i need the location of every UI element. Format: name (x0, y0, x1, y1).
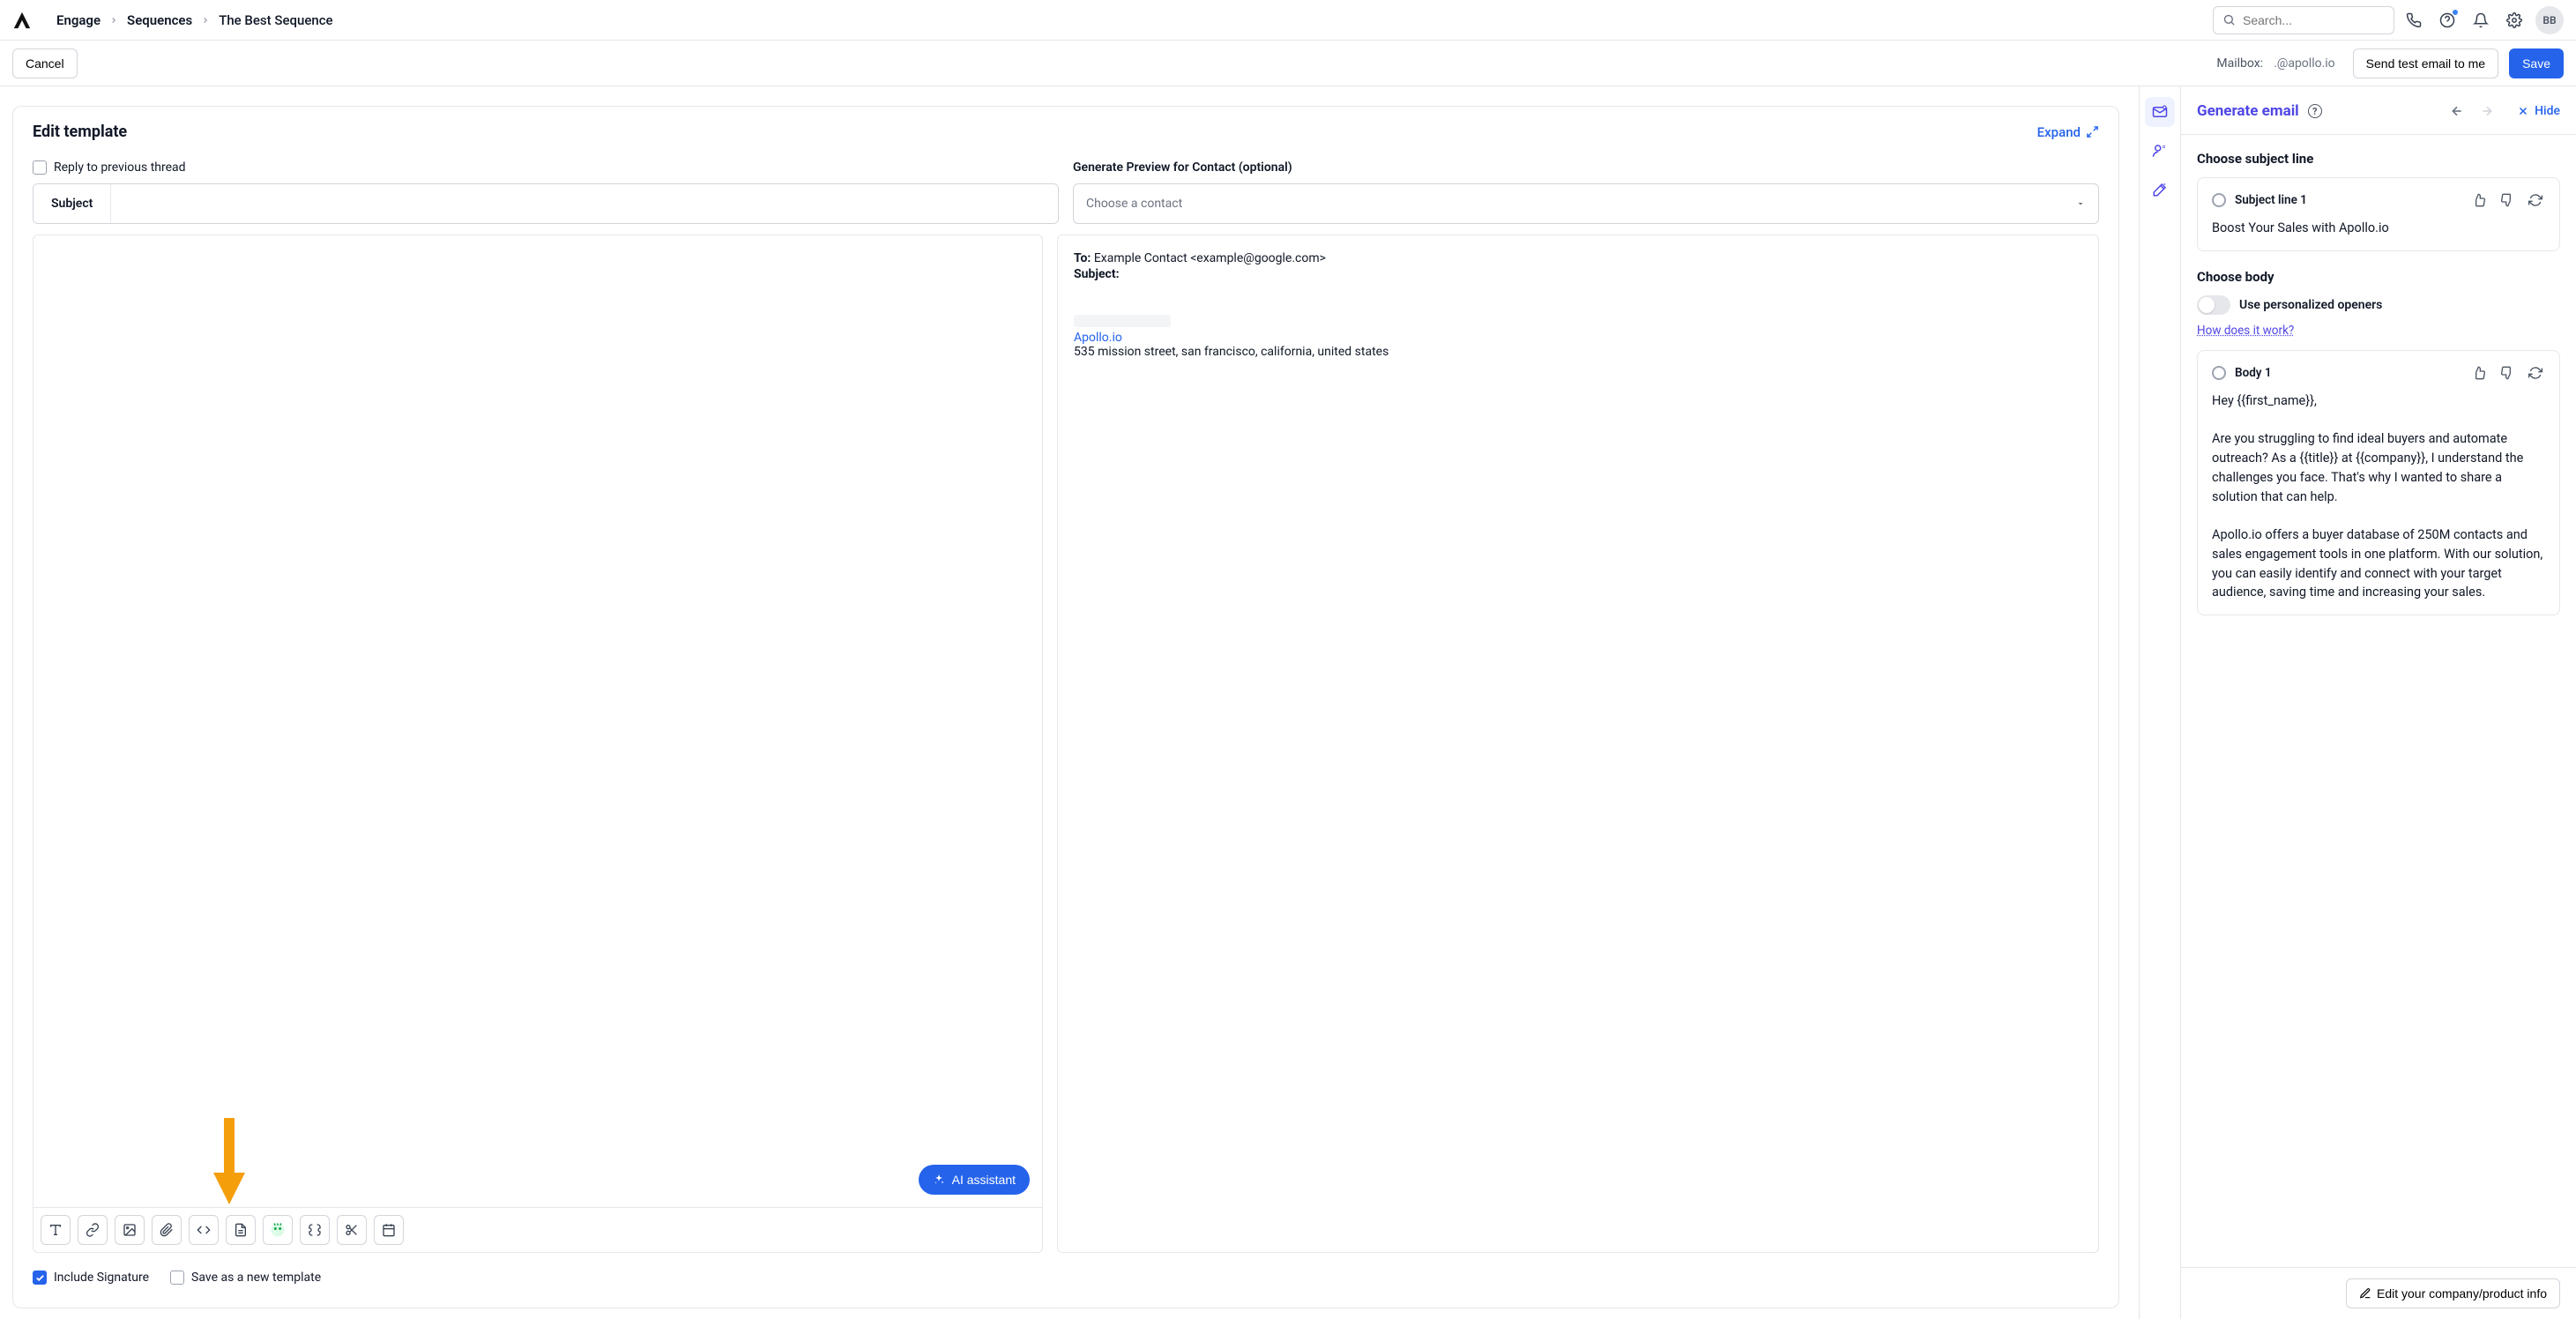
mailbox-label: Mailbox: (2216, 56, 2263, 71)
dialer-button[interactable] (2400, 6, 2428, 34)
regenerate-button[interactable] (2526, 363, 2545, 383)
notifications-button[interactable] (2467, 6, 2495, 34)
generate-preview-label: Generate Preview for Contact (optional) (1073, 157, 2099, 183)
next-suggestion-button[interactable] (2476, 101, 2498, 122)
settings-button[interactable] (2500, 6, 2528, 34)
help-icon[interactable]: ? (2308, 104, 2322, 118)
mailbox-value: .@apollo.io (2274, 56, 2335, 71)
email-body-input[interactable]: AI assistant (34, 235, 1042, 1207)
thumbs-up-button[interactable] (2469, 363, 2489, 383)
apollo-logo[interactable] (12, 11, 32, 30)
rail-generate-email-button[interactable] (2145, 97, 2175, 127)
how-does-it-work-link[interactable]: How does it work? (2197, 324, 2294, 338)
code-button[interactable] (189, 1215, 219, 1245)
save-new-template-label: Save as a new template (191, 1271, 321, 1285)
include-signature-checkbox[interactable] (33, 1271, 47, 1285)
subject1-radio[interactable] (2212, 193, 2226, 207)
rail-magic-button[interactable] (2145, 175, 2175, 205)
personalized-openers-toggle[interactable] (2197, 295, 2230, 315)
close-icon (2517, 105, 2529, 117)
subject1-text: Boost Your Sales with Apollo.io (2212, 219, 2545, 238)
breadcrumb-engage[interactable]: Engage (56, 12, 101, 28)
pencil-icon (2359, 1287, 2371, 1300)
choose-contact-select[interactable]: Choose a contact (1073, 183, 2099, 224)
email-preview: To: Example Contact <example@google.com>… (1057, 235, 2099, 1253)
avatar[interactable]: BB (2535, 6, 2564, 34)
attach-file-button[interactable] (152, 1215, 182, 1245)
help-button[interactable] (2433, 6, 2461, 34)
global-search[interactable] (2213, 6, 2394, 34)
hide-label: Hide (2535, 104, 2560, 118)
preview-to-value: Example Contact <example@google.com> (1094, 251, 1326, 265)
thumbs-up-button[interactable] (2469, 190, 2489, 210)
side-rail (2139, 86, 2181, 1319)
expand-icon (2086, 125, 2099, 138)
expand-button[interactable]: Expand (2037, 124, 2099, 140)
ai-assistant-label: AI assistant (952, 1173, 1016, 1187)
include-signature-label: Include Signature (54, 1271, 149, 1285)
preview-to-label: To: (1074, 251, 1091, 265)
signature-link[interactable]: Apollo.io (1074, 331, 1122, 345)
body1-text: Hey {{first_name}}, Are you struggling t… (2212, 391, 2545, 602)
prev-suggestion-button[interactable] (2446, 101, 2468, 122)
thumbs-down-button[interactable] (2498, 190, 2517, 210)
search-icon (2222, 13, 2236, 26)
sparkle-icon (933, 1174, 945, 1186)
send-test-email-button[interactable]: Send test email to me (2353, 48, 2498, 78)
chevron-right-icon (201, 16, 210, 25)
insert-variable-button[interactable] (300, 1215, 330, 1245)
body-suggestion-card: Body 1 Hey {{first_name}}, Are you strug… (2197, 350, 2560, 615)
subject-label: Subject (34, 184, 111, 223)
page-title: Edit template (33, 123, 127, 141)
thumbs-down-button[interactable] (2498, 363, 2517, 383)
breadcrumb-current: The Best Sequence (219, 12, 332, 28)
body1-radio[interactable] (2212, 366, 2226, 380)
personalized-openers-label: Use personalized openers (2239, 298, 2382, 312)
edit-template-card: Edit template Expand Reply to previous t… (12, 106, 2119, 1308)
search-input[interactable] (2243, 13, 2385, 27)
chevron-right-icon (109, 16, 118, 25)
choose-subject-label: Choose subject line (2197, 151, 2560, 167)
edit-company-label: Edit your company/product info (2377, 1286, 2547, 1300)
caret-down-icon (2075, 198, 2086, 209)
cancel-button[interactable]: Cancel (12, 48, 78, 78)
breadcrumb-sequences[interactable]: Sequences (127, 12, 192, 28)
preview-subject-label: Subject: (1074, 267, 1120, 281)
hide-panel-button[interactable]: Hide (2517, 104, 2560, 118)
generate-email-title: Generate email (2197, 102, 2299, 120)
subject-input[interactable] (111, 184, 1058, 223)
edit-company-info-button[interactable]: Edit your company/product info (2346, 1278, 2560, 1308)
signature-address: 535 mission street, san francisco, calif… (1074, 345, 2082, 359)
choose-body-label: Choose body (2197, 269, 2560, 285)
subject-suggestion-card: Subject line 1 Boost Your Sales with Apo… (2197, 177, 2560, 251)
vidyard-button[interactable] (263, 1215, 293, 1245)
email-editor: AI assistant (33, 235, 1043, 1253)
reply-previous-checkbox[interactable] (33, 160, 47, 175)
insert-template-button[interactable] (226, 1215, 256, 1245)
insert-link-button[interactable] (78, 1215, 108, 1245)
body1-name: Body 1 (2235, 366, 2272, 380)
expand-label: Expand (2037, 124, 2081, 140)
save-button[interactable]: Save (2509, 48, 2564, 78)
breadcrumb: Engage Sequences The Best Sequence (56, 12, 333, 28)
insert-image-button[interactable] (115, 1215, 145, 1245)
save-new-template-checkbox[interactable] (170, 1271, 184, 1285)
reply-previous-label: Reply to previous thread (54, 160, 186, 175)
text-format-button[interactable] (41, 1215, 71, 1245)
signature-name-placeholder (1074, 315, 1171, 327)
choose-contact-placeholder: Choose a contact (1086, 197, 1182, 211)
subject-field[interactable]: Subject (33, 183, 1059, 224)
insert-meeting-button[interactable] (374, 1215, 404, 1245)
regenerate-button[interactable] (2526, 190, 2545, 210)
rail-personalize-button[interactable] (2145, 136, 2175, 166)
insert-snippet-button[interactable] (337, 1215, 367, 1245)
subject1-name: Subject line 1 (2235, 193, 2307, 207)
ai-assistant-button[interactable]: AI assistant (919, 1165, 1030, 1195)
